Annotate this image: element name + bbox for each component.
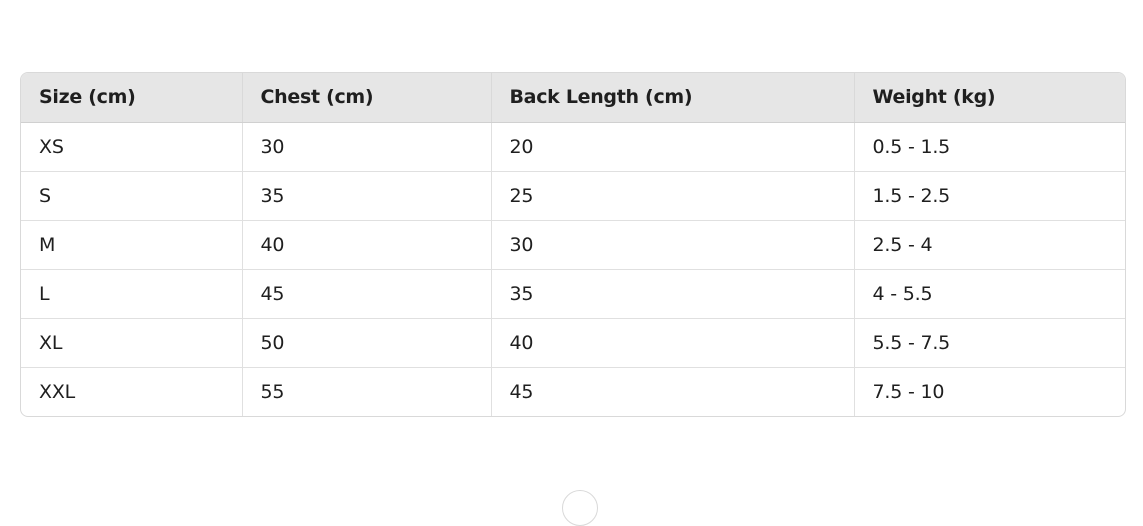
size-chart-table-container: Size (cm) Chest (cm) Back Length (cm) We… <box>20 72 1126 417</box>
cell-weight: 7.5 - 10 <box>872 380 945 403</box>
cell-back-length: 30 <box>491 220 855 270</box>
cell-chest: 45 <box>242 269 492 319</box>
table-header-row: Size (cm) Chest (cm) Back Length (cm) We… <box>21 73 1125 123</box>
cell-chest: 35 <box>242 171 492 221</box>
cell-weight: 1.5 - 2.5 <box>854 171 1125 221</box>
cell-back-length: 45 <box>491 367 855 416</box>
size-chart-table: Size (cm) Chest (cm) Back Length (cm) We… <box>21 73 1125 416</box>
column-header-weight: Weight (kg) <box>854 73 1125 123</box>
cell-back-length: 20 <box>491 122 855 172</box>
cell-size: S <box>21 171 243 221</box>
cell-size: XS <box>21 122 243 172</box>
cell-size: XXL <box>21 367 243 416</box>
cell-size: M <box>21 220 243 270</box>
cell-weight: 0.5 - 1.5 <box>854 122 1125 172</box>
cell-weight: 2.5 - 4 <box>854 220 1125 270</box>
table-row: XXL 55 45 7.5 - 10 <box>21 367 1125 416</box>
cell-size: L <box>21 269 243 319</box>
scroll-down-button[interactable] <box>562 490 598 526</box>
cell-weight: 4 - 5.5 <box>854 269 1125 319</box>
table-row: XL 50 40 5.5 - 7.5 <box>21 318 1125 368</box>
table-row: M 40 30 2.5 - 4 <box>21 220 1125 270</box>
cell-back-length: 40 <box>491 318 855 368</box>
cell-chest: 30 <box>242 122 492 172</box>
cell-chest: 55 <box>242 367 492 416</box>
table-row: XS 30 20 0.5 - 1.5 <box>21 122 1125 172</box>
cell-back-length: 35 <box>491 269 855 319</box>
column-header-size: Size (cm) <box>21 73 243 123</box>
cell-back-length: 25 <box>491 171 855 221</box>
cell-chest: 50 <box>242 318 492 368</box>
table-row: L 45 35 4 - 5.5 <box>21 269 1125 319</box>
table-row: S 35 25 1.5 - 2.5 <box>21 171 1125 221</box>
column-header-back-length: Back Length (cm) <box>491 73 855 123</box>
column-header-chest: Chest (cm) <box>242 73 492 123</box>
cell-weight: 5.5 - 7.5 <box>854 318 1125 368</box>
cell-chest: 40 <box>242 220 492 270</box>
cell-size: XL <box>21 318 243 368</box>
